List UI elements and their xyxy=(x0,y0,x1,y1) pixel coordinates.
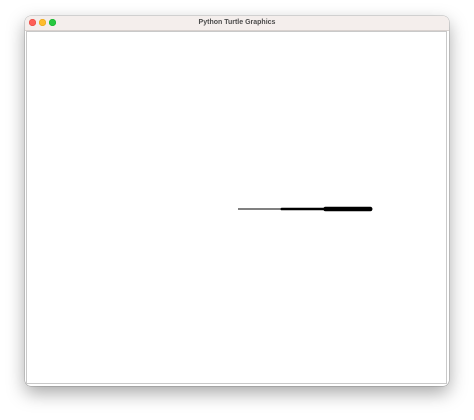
turtle-drawing xyxy=(237,206,373,212)
title-bar[interactable]: Python Turtle Graphics xyxy=(25,16,449,31)
window-title: Python Turtle Graphics xyxy=(198,19,276,26)
turtle-window: Python Turtle Graphics xyxy=(25,16,449,386)
turtle-canvas[interactable] xyxy=(26,31,447,384)
